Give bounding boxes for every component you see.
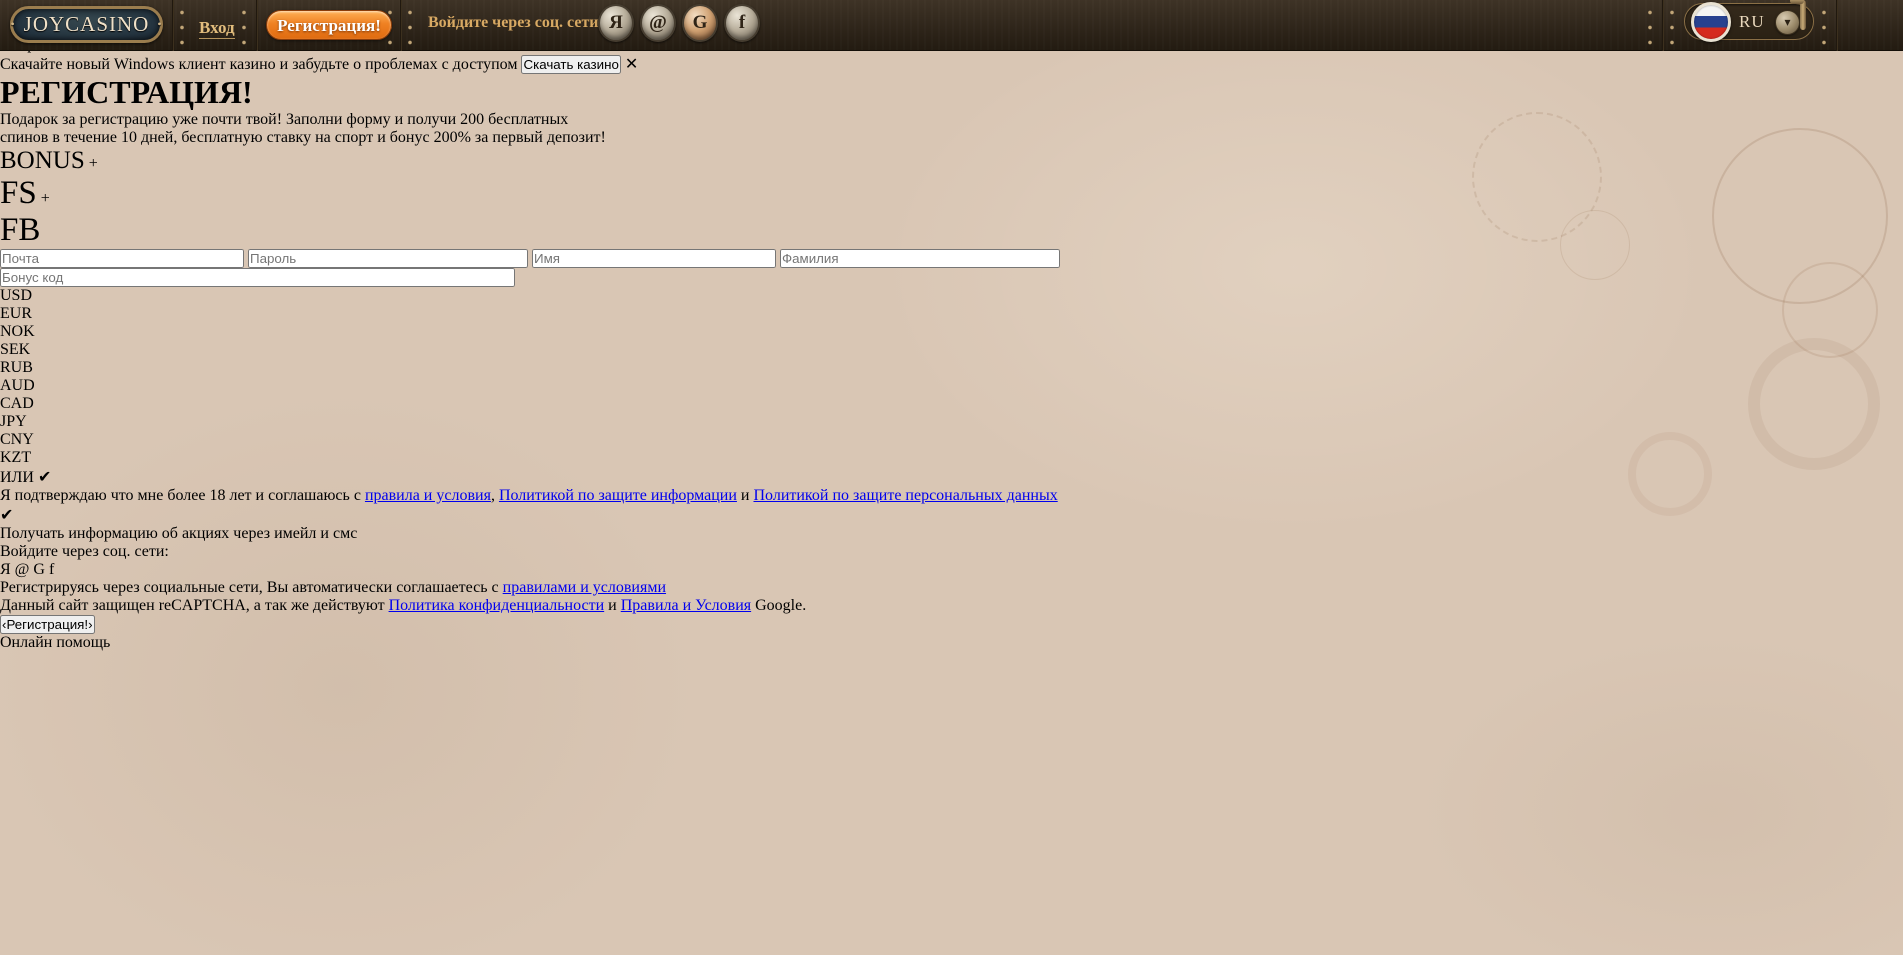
rivet-decoration	[408, 5, 412, 47]
text-link[interactable]: правила и условия	[365, 487, 491, 504]
login-link[interactable]: Вход	[199, 18, 235, 39]
lever-decoration	[1800, 0, 1806, 30]
download-casino-button[interactable]: Скачать казино	[521, 55, 620, 74]
divider	[1836, 0, 1838, 51]
currency-label: JPY	[0, 413, 27, 430]
social-panel-title: Войдите через соц. сети:	[0, 543, 1903, 561]
submit-registration-button[interactable]: ‹Регистрация!›	[0, 615, 95, 634]
text-link[interactable]: правилами и условиями	[503, 579, 666, 596]
text-link[interactable]: Политикой по защите персональных данных	[753, 487, 1057, 504]
badge-label: FB	[0, 212, 40, 248]
divider	[256, 0, 258, 51]
rivet-decoration	[1648, 5, 1652, 47]
promo-checkbox-checkmark-icon[interactable]: ✔	[0, 507, 13, 524]
bonus-code-field[interactable]	[0, 268, 515, 287]
close-icon[interactable]: ✕	[625, 56, 638, 73]
mailru-icon[interactable]: @	[640, 4, 676, 42]
mailru-icon[interactable]: @	[15, 561, 30, 578]
google-icon[interactable]: G	[33, 561, 45, 578]
currency-label: KZT	[0, 449, 31, 466]
hamburger-menu-icon[interactable]	[1852, 15, 1883, 33]
rivet-decoration	[1822, 5, 1826, 47]
first-name-field[interactable]	[532, 249, 776, 268]
email-field[interactable]	[0, 249, 244, 268]
freebet-badge: FB	[0, 212, 1903, 249]
online-help-tab[interactable]: Онлайн помощь	[0, 634, 1903, 652]
promo-optin-text: Получать информацию об акциях через имей…	[0, 525, 1903, 543]
currency-option-nok[interactable]: NOK	[0, 323, 1903, 341]
currency-label: RUB	[0, 359, 33, 376]
currency-option-eur[interactable]: EUR	[0, 305, 1903, 323]
freespin-gem-icon: +	[41, 190, 50, 207]
text-link[interactable]: Правила и Условия	[621, 597, 751, 614]
last-name-field[interactable]	[780, 249, 1060, 268]
arrow-right-icon: ›	[88, 617, 92, 632]
currency-option-usd[interactable]: USD	[0, 287, 1903, 305]
terms-text: Я подтверждаю что мне более 18 лет и сог…	[0, 487, 1903, 505]
badge-label: FS	[0, 175, 37, 211]
currency-label: SEK	[0, 341, 30, 358]
page-subtitle: Подарок за регистрацию уже почти твой! З…	[0, 111, 1903, 147]
divider	[400, 0, 402, 51]
text-link[interactable]: Политика конфиденциальности	[389, 597, 605, 614]
text-link[interactable]: Политикой по защите информации	[499, 487, 737, 504]
currency-label: CAD	[0, 395, 34, 412]
language-code: RU	[1739, 12, 1765, 32]
currency-option-kzt[interactable]: KZT	[0, 449, 1903, 467]
header-register-button[interactable]: Регистрация!	[266, 10, 392, 40]
flag-ru-icon	[1691, 2, 1731, 42]
logo[interactable]: JOYCASINO	[10, 6, 163, 43]
facebook-icon[interactable]: f	[724, 4, 760, 42]
bonus-gem-icon: +	[89, 155, 98, 172]
page-title: РЕГИСТРАЦИЯ!	[0, 74, 1903, 111]
subtitle-line1: Подарок за регистрацию уже почти твой! З…	[0, 111, 568, 128]
language-selector[interactable]: RU ▾	[1684, 3, 1814, 40]
recaptcha-notice: Данный сайт защищен reCAPTCHA, а так же …	[0, 597, 1903, 615]
bonus-badge: BONUS +	[0, 147, 1903, 175]
currency-label: CNY	[0, 431, 34, 448]
divider	[172, 0, 174, 51]
rivet-decoration	[242, 5, 246, 47]
freespins-badge: FS +	[0, 175, 1903, 212]
logo-text: JOYCASINO	[10, 12, 162, 37]
currency-option-jpy[interactable]: JPY	[0, 413, 1903, 431]
divider	[1662, 0, 1664, 51]
social-panel-note: Регистрируясь через социальные сети, Вы …	[0, 579, 1903, 597]
yandex-icon[interactable]: Я	[598, 4, 634, 42]
currency-label: AUD	[0, 377, 35, 394]
submit-label: Регистрация!	[6, 617, 88, 632]
currency-label: EUR	[0, 305, 32, 322]
facebook-icon[interactable]: f	[49, 561, 54, 578]
currency-label: NOK	[0, 323, 35, 340]
chevron-down-icon[interactable]: ▾	[1775, 10, 1800, 35]
or-label: ИЛИ	[0, 469, 34, 486]
currency-option-cad[interactable]: CAD	[0, 395, 1903, 413]
currency-option-sek[interactable]: SEK	[0, 341, 1903, 359]
currency-label: USD	[0, 287, 32, 304]
yandex-icon[interactable]: Я	[0, 561, 11, 578]
rivet-decoration	[180, 5, 184, 47]
currency-option-rub[interactable]: RUB	[0, 359, 1903, 377]
terms-checkbox-checkmark-icon[interactable]: ✔	[38, 469, 51, 486]
currency-option-cny[interactable]: CNY	[0, 431, 1903, 449]
subtitle-line2: спинов в течение 10 дней, бесплатную ста…	[0, 129, 606, 146]
password-field[interactable]	[248, 249, 528, 268]
currency-option-aud[interactable]: AUD	[0, 377, 1903, 395]
banner-text: Скачайте новый Windows клиент казино и з…	[0, 56, 517, 73]
header-social-prompt: Войдите через соц. сети:	[428, 14, 604, 32]
badge-label: BONUS	[0, 147, 85, 174]
google-icon[interactable]: G	[682, 4, 718, 42]
rivet-decoration	[1670, 5, 1674, 47]
registration-page: JOYCASINO Вход Регистрация! Войдите чере…	[0, 0, 1903, 955]
